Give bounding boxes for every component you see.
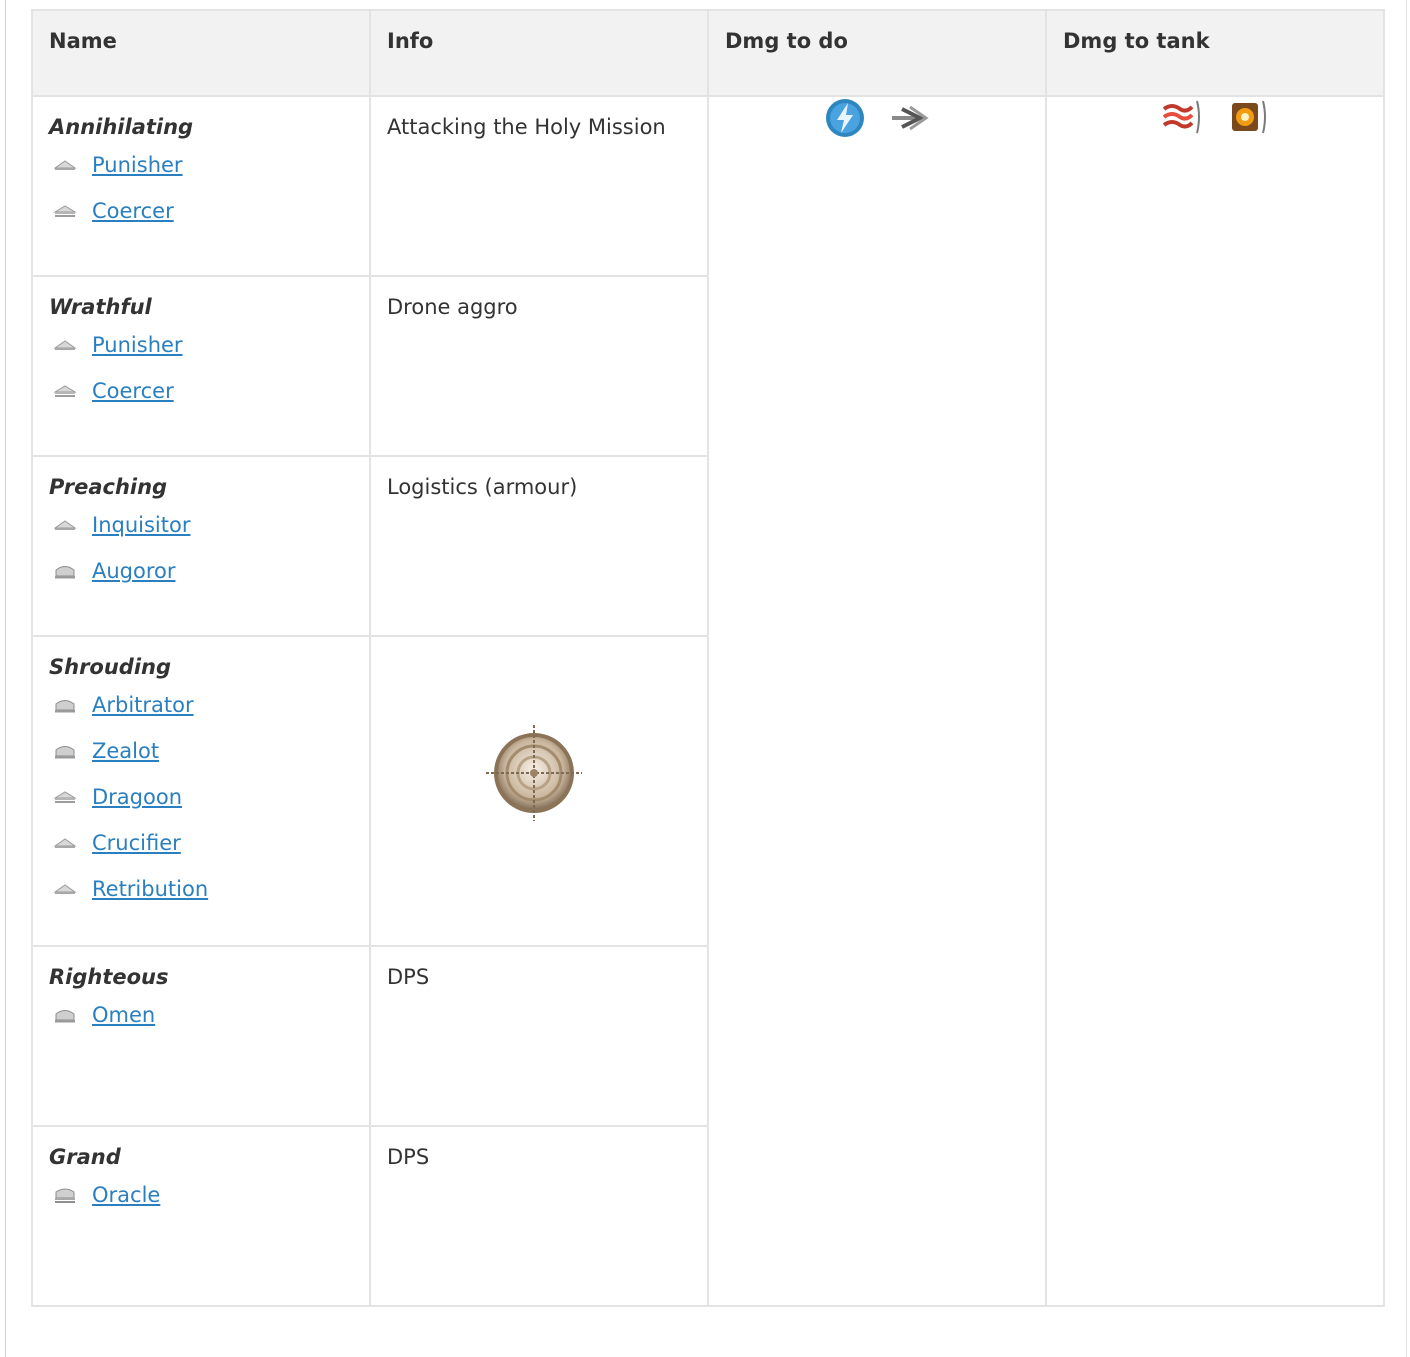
- group-title: Wrathful: [49, 295, 152, 319]
- header-info: Info: [369, 9, 709, 97]
- ship-entry: Punisher: [49, 142, 353, 188]
- ship-entry: Oracle: [49, 1172, 353, 1218]
- ship-link-omen[interactable]: Omen: [92, 1003, 155, 1027]
- group-info-text: Logistics (armour): [387, 475, 578, 499]
- dmg-to-tank-cell: [1045, 95, 1385, 1307]
- group-info-cell: Logistics (armour): [369, 455, 709, 637]
- ship-entry: Punisher: [49, 322, 353, 368]
- group-name-cell: Righteous Omen: [31, 945, 371, 1127]
- ship-entry: Arbitrator: [49, 682, 353, 728]
- group-title: Annihilating: [49, 115, 194, 139]
- ship-entry: Inquisitor: [49, 502, 353, 548]
- group-title: Righteous: [49, 965, 169, 989]
- group-info-cell: Drone aggro: [369, 275, 709, 457]
- ship-link-arbitrator[interactable]: Arbitrator: [92, 693, 194, 717]
- target-painter-icon: [486, 725, 582, 821]
- destroyer-icon: [53, 788, 77, 806]
- ship-entry: Dragoon: [49, 774, 353, 820]
- group-name-cell: Shrouding Arbitrator Zealot Dragoon Cruc…: [31, 635, 371, 947]
- group-name-cell: Grand Oracle: [31, 1125, 371, 1307]
- ship-link-oracle[interactable]: Oracle: [92, 1183, 160, 1207]
- group-title: Grand: [49, 1145, 121, 1169]
- group-name-cell: Wrathful Punisher Coercer: [31, 275, 371, 457]
- page-right-border: [1406, 0, 1407, 1357]
- frigate-icon: [53, 516, 77, 534]
- frigate-icon: [53, 336, 77, 354]
- destroyer-icon: [53, 202, 77, 220]
- ship-link-coercer[interactable]: Coercer: [92, 199, 174, 223]
- ship-link-coercer[interactable]: Coercer: [92, 379, 174, 403]
- header-name: Name: [31, 9, 371, 97]
- ship-entry: Augoror: [49, 548, 353, 594]
- table-row: Annihilating Punisher Coercer Attacking …: [31, 95, 1385, 1307]
- ship-entry: Crucifier: [49, 820, 353, 866]
- thermal-resist-icon: [1162, 100, 1200, 134]
- ship-link-retribution[interactable]: Retribution: [92, 877, 208, 901]
- group-info-cell: DPS: [369, 945, 709, 1127]
- ship-entry: Retribution: [49, 866, 353, 912]
- group-title: Preaching: [49, 475, 168, 499]
- ship-link-punisher[interactable]: Punisher: [92, 153, 183, 177]
- group-info-text: DPS: [387, 965, 430, 989]
- ship-entry: Coercer: [49, 368, 353, 414]
- ship-entry: Omen: [49, 992, 353, 1038]
- header-dmg-to-do: Dmg to do: [707, 9, 1047, 97]
- cruiser-icon: [53, 696, 77, 714]
- ship-link-punisher[interactable]: Punisher: [92, 333, 183, 357]
- ship-entry: Coercer: [49, 188, 353, 234]
- frigate-icon: [53, 880, 77, 898]
- ship-link-crucifier[interactable]: Crucifier: [92, 831, 181, 855]
- group-name-cell: Annihilating Punisher Coercer: [31, 95, 371, 277]
- group-info-cell: DPS: [369, 1125, 709, 1307]
- group-name-cell: Preaching Inquisitor Augoror: [31, 455, 371, 637]
- group-title: Shrouding: [49, 655, 172, 679]
- group-info-text: DPS: [387, 1145, 430, 1169]
- group-info-cell: Attacking the Holy Mission: [369, 95, 709, 277]
- frigate-icon: [53, 156, 77, 174]
- cruiser-icon: [53, 742, 77, 760]
- kinetic-damage-icon: [892, 105, 929, 131]
- cruiser-icon: [53, 562, 77, 580]
- npc-ships-table: Name Info Dmg to do Dmg to tank Annihila…: [31, 9, 1385, 1307]
- page-left-border: [5, 0, 6, 1357]
- explosive-resist-icon: [1232, 100, 1266, 134]
- header-dmg-to-tank: Dmg to tank: [1045, 9, 1385, 97]
- frigate-icon: [53, 834, 77, 852]
- battlecruiser-icon: [53, 1186, 77, 1204]
- group-info-text: Drone aggro: [387, 295, 518, 319]
- ship-link-dragoon[interactable]: Dragoon: [92, 785, 182, 809]
- ship-link-augoror[interactable]: Augoror: [92, 559, 176, 583]
- destroyer-icon: [53, 382, 77, 400]
- table-header-row: Name Info Dmg to do Dmg to tank: [31, 9, 1385, 97]
- cruiser-icon: [53, 1006, 77, 1024]
- group-info-cell: [369, 635, 709, 947]
- ship-link-inquisitor[interactable]: Inquisitor: [92, 513, 190, 537]
- em-damage-icon: [826, 99, 864, 137]
- dmg-to-do-cell: [707, 95, 1047, 1307]
- group-info-text: Attacking the Holy Mission: [387, 115, 666, 139]
- ship-link-zealot[interactable]: Zealot: [92, 739, 159, 763]
- ship-entry: Zealot: [49, 728, 353, 774]
